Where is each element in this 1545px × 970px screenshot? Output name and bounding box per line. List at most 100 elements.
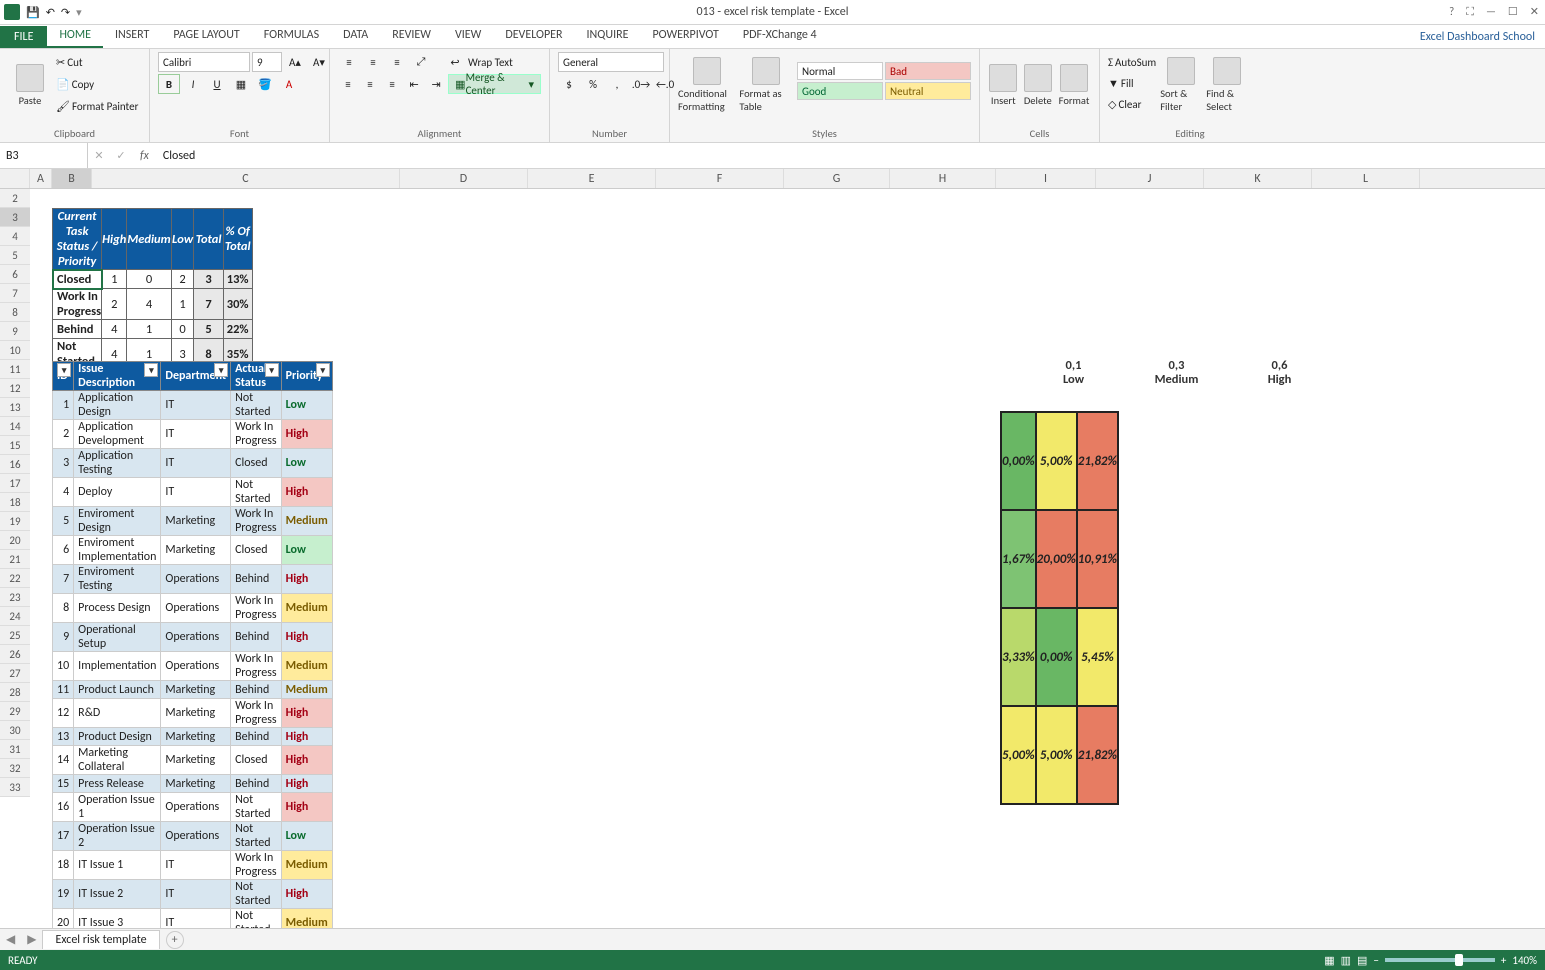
zoom-slider[interactable] [1385,958,1495,962]
filter-issue-description-icon[interactable]: ▾ [144,363,158,377]
maximize-icon[interactable]: ☐ [1508,5,1518,19]
tab-review[interactable]: REVIEW [380,24,443,48]
filter-priority-icon[interactable]: ▾ [316,363,330,377]
help-icon[interactable]: ? [1449,5,1454,19]
insert-cells-button[interactable]: Insert [988,52,1019,118]
view-normal-icon[interactable]: ▦ [1324,954,1334,967]
delete-cells-button[interactable]: Delete [1023,52,1054,118]
font-name-select[interactable]: Calibri [158,52,250,72]
align-middle-icon[interactable]: ≡ [362,52,384,72]
format-as-table-button[interactable]: Format as Table [739,52,793,118]
issues-table[interactable]: ID▾Issue Description▾Department▾Actual S… [52,361,333,928]
font-size-select[interactable]: 9 [252,52,282,72]
wrap-text-button[interactable]: ↩ [444,52,466,72]
insert-icon [989,64,1017,92]
cond-format-icon [693,57,721,85]
view-layout-icon[interactable]: ▥ [1341,954,1351,967]
filter-department-icon[interactable]: ▾ [214,363,228,377]
conditional-formatting-button[interactable]: Conditional Formatting [678,52,735,118]
align-center-icon[interactable]: ≡ [360,74,380,94]
tab-developer[interactable]: DEVELOPER [493,24,574,48]
font-color-button[interactable]: A [278,74,300,94]
increase-font-icon[interactable]: A▴ [284,52,306,72]
format-painter-button[interactable]: 🖌 Format Painter [56,96,138,116]
filter-actual-status-icon[interactable]: ▾ [265,363,279,377]
tab-inquire[interactable]: INQUIRE [575,24,641,48]
sort-icon [1167,57,1195,85]
border-button[interactable]: ▦ [230,74,252,94]
autosum-button[interactable]: Σ AutoSum [1108,52,1156,72]
decrease-font-icon[interactable]: A▾ [308,52,330,72]
indent-inc-icon[interactable]: ⇥ [426,74,446,94]
sheet-nav-next-icon[interactable]: ▶ [21,932,42,947]
tab-view[interactable]: VIEW [443,24,493,48]
window-title: 013 - excel risk template - Excel [696,5,848,19]
column-headers[interactable]: ABCDEFGHIJKL [0,169,1545,189]
group-styles-label: Styles [678,127,971,140]
tab-powerpivot[interactable]: POWERPIVOT [640,24,730,48]
sheet-tab-active[interactable]: Excel risk template [42,930,159,949]
fx-icon[interactable]: fx [132,149,157,163]
paste-button[interactable]: Paste [8,52,52,118]
sheet-tabs: ◀ ▶ Excel risk template + [0,928,1545,950]
filter-id-icon[interactable]: ▾ [57,363,71,377]
addin-link[interactable]: Excel Dashboard School [1410,26,1545,48]
qat-customize-icon[interactable]: ▾ [76,6,82,19]
zoom-level[interactable]: 140% [1512,954,1537,967]
formula-input[interactable]: Closed [157,149,1545,163]
indent-dec-icon[interactable]: ⇤ [404,74,424,94]
style-neutral[interactable]: Neutral [885,82,971,100]
align-left-icon[interactable]: ≡ [338,74,358,94]
style-good[interactable]: Good [797,82,883,100]
align-bottom-icon[interactable]: ≡ [386,52,408,72]
zoom-in-icon[interactable]: + [1501,954,1506,967]
group-cells-label: Cells [988,127,1091,140]
format-cells-button[interactable]: Format [1057,52,1091,118]
align-right-icon[interactable]: ≡ [382,74,402,94]
status-ready: READY [8,954,38,967]
tab-insert[interactable]: INSERT [103,24,161,48]
fill-color-button[interactable]: 🪣 [254,74,276,94]
merge-center-button[interactable]: ▦ Merge & Center ▾ [448,74,541,94]
style-normal[interactable]: Normal [797,62,883,80]
number-format-select[interactable]: General [558,52,664,72]
cut-button[interactable]: ✂ Cut [56,52,138,72]
tab-home[interactable]: HOME [47,24,103,48]
qat-redo-icon[interactable]: ↷ [61,6,70,19]
find-select-button[interactable]: Find & Select [1206,52,1248,118]
zoom-out-icon[interactable]: − [1373,954,1378,967]
qat-save-icon[interactable]: 💾 [26,6,40,19]
enter-formula-icon[interactable]: ✓ [110,146,132,166]
ribbon-options-icon[interactable]: ⛶ [1466,5,1474,19]
name-box[interactable]: B3 [0,143,88,168]
minimize-icon[interactable]: — [1486,5,1496,19]
tab-data[interactable]: DATA [331,24,380,48]
underline-button[interactable]: U [206,74,228,94]
tab-file[interactable]: FILE [0,26,47,48]
view-pagebreak-icon[interactable]: ▤ [1357,954,1367,967]
bold-button[interactable]: B [158,74,180,94]
currency-icon[interactable]: $ [558,74,580,94]
percent-icon[interactable]: % [582,74,604,94]
add-sheet-button[interactable]: + [166,931,184,949]
tab-page-layout[interactable]: PAGE LAYOUT [161,24,251,48]
fill-button[interactable]: ▼ Fill [1108,73,1156,93]
orientation-icon[interactable]: ⤢ [410,52,432,72]
tab-pdf-xchange-4[interactable]: PDF-XChange 4 [731,24,829,48]
sheet-nav-prev-icon[interactable]: ◀ [0,932,21,947]
row-headers[interactable]: 2345678910111213141516171819202122232425… [0,189,30,797]
style-bad[interactable]: Bad [885,62,971,80]
italic-button[interactable]: I [182,74,204,94]
tab-formulas[interactable]: FORMULAS [252,24,331,48]
formula-bar: B3 ✕ ✓ fx Closed [0,143,1545,169]
worksheet[interactable]: ABCDEFGHIJKL 234567891011121314151617181… [0,169,1545,928]
clear-button[interactable]: ◇ Clear [1108,94,1156,114]
close-icon[interactable]: ✕ [1530,5,1539,19]
sort-filter-button[interactable]: Sort & Filter [1160,52,1202,118]
copy-button[interactable]: 📄 Copy [56,74,138,94]
cancel-formula-icon[interactable]: ✕ [88,146,110,166]
comma-icon[interactable]: , [606,74,628,94]
inc-decimal-icon[interactable]: .0→ [630,74,652,94]
qat-undo-icon[interactable]: ↶ [46,6,55,19]
align-top-icon[interactable]: ≡ [338,52,360,72]
